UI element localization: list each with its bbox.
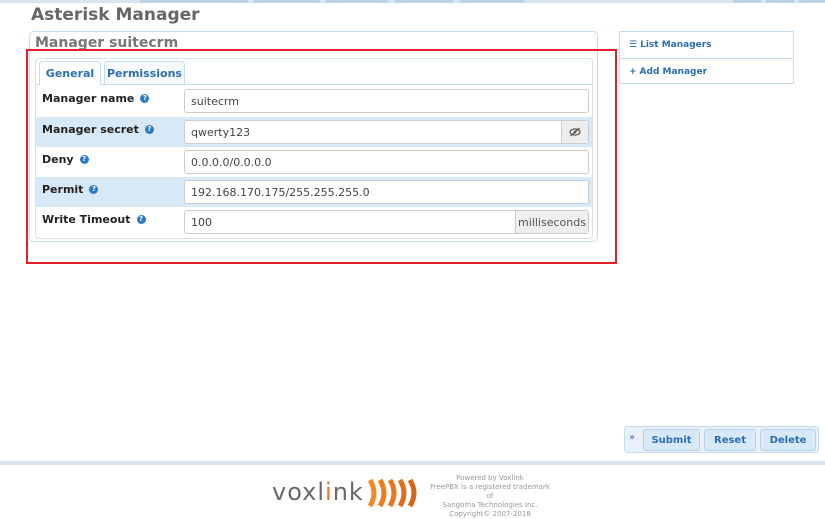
footer-credits: Powered by Voxlink FreePBX is a register… xyxy=(430,474,550,518)
top-nav-tab[interactable] xyxy=(733,0,761,3)
submit-button[interactable]: Submit xyxy=(643,429,700,451)
reset-button[interactable]: Reset xyxy=(704,429,756,451)
top-nav-tab[interactable] xyxy=(766,0,794,3)
top-nav-tab[interactable] xyxy=(394,0,454,3)
highlight-box xyxy=(26,49,617,264)
side-menu: ☰ List Managers + Add Manager xyxy=(619,31,794,84)
tab-general[interactable]: General xyxy=(39,61,101,85)
footer-divider xyxy=(0,461,825,465)
top-nav-tab[interactable] xyxy=(140,0,248,3)
list-managers-link[interactable]: ☰ List Managers xyxy=(620,32,793,58)
add-manager-link[interactable]: + Add Manager xyxy=(620,58,793,84)
action-bar: » Submit Reset Delete xyxy=(624,426,819,453)
top-nav-tab[interactable] xyxy=(326,0,388,3)
plus-icon: + xyxy=(629,66,637,77)
chevron-right-icon[interactable]: » xyxy=(629,432,635,443)
delete-button[interactable]: Delete xyxy=(760,429,816,451)
page-title: Asterisk Manager xyxy=(31,5,200,25)
list-icon: ☰ xyxy=(629,40,638,50)
voxlink-waves-icon xyxy=(368,478,417,508)
top-nav-tab[interactable] xyxy=(254,0,320,3)
top-nav-tab[interactable] xyxy=(799,0,825,3)
voxlink-logo: voxlink xyxy=(272,478,364,506)
top-nav-tab[interactable] xyxy=(460,0,524,3)
